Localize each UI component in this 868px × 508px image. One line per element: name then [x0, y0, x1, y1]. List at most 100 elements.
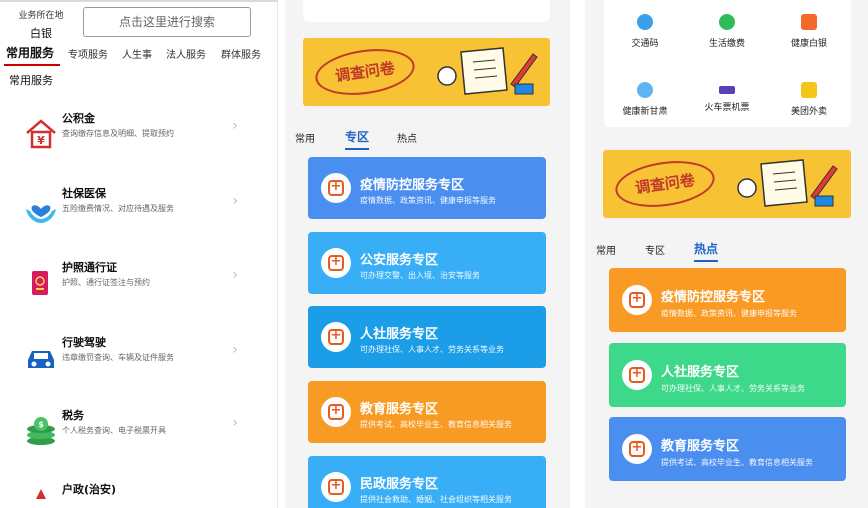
zone-plus-icon: [321, 397, 351, 427]
banner-text: 调查问卷: [612, 155, 718, 213]
police-icon: [36, 489, 46, 499]
list-item-housing-fund[interactable]: ¥ 公积金 查询缴存信息及明细、提取预约 ›: [0, 108, 277, 156]
location-label: 业务所在地: [18, 11, 64, 21]
chevron-right-icon: ›: [232, 342, 238, 358]
item-title: 税务: [62, 409, 84, 422]
chevron-right-icon: ›: [232, 267, 238, 283]
tab-life-events[interactable]: 人生事: [122, 46, 152, 61]
item-desc: 五险缴费情况、对应待遇及服务: [62, 204, 174, 213]
chevron-right-icon: ›: [232, 193, 238, 209]
tab-common-services[interactable]: 常用服务: [6, 44, 54, 61]
tab-hotspot[interactable]: 热点: [694, 240, 718, 257]
active-tab-underline: [345, 148, 369, 150]
service-health-baiyin[interactable]: 健康白银: [768, 14, 850, 49]
zone-card-civil-affairs[interactable]: 民政服务专区 提供社会救助、婚姻、社会组织等相关服务: [308, 456, 546, 508]
chevron-right-icon: ›: [232, 118, 238, 134]
service-label: 火车票机票: [704, 103, 750, 113]
top-divider: [0, 0, 277, 2]
survey-illustration-icon: [437, 47, 538, 95]
card-title: 疫情防控服务专区: [360, 178, 465, 193]
chevron-right-icon: ›: [232, 415, 238, 431]
zone-plus-icon: [622, 360, 652, 390]
service-label: 健康白银: [790, 39, 827, 49]
zones-panel: 调查问卷 常用 专区 热点 疫情防控服务专区 疫情数据、政策资讯、健康申报等服务…: [285, 0, 570, 508]
item-title: 护照通行证: [62, 261, 117, 274]
car-icon: [28, 351, 54, 368]
health-icon: [801, 14, 817, 30]
list-item-household[interactable]: 户政(治安): [0, 479, 277, 508]
train-plane-icon: [719, 86, 735, 94]
zone-card-epidemic[interactable]: 疫情防控服务专区 疫情数据、政策资讯、健康申报等服务: [609, 268, 846, 332]
service-health-gansu[interactable]: 健康新甘肃: [604, 82, 686, 117]
search-input[interactable]: 点击这里进行搜索: [83, 7, 251, 37]
zone-card-human-resources[interactable]: 人社服务专区 可办理社保、人事人才、劳务关系等业务: [609, 343, 846, 407]
tab-special-services[interactable]: 专项服务: [68, 46, 108, 61]
card-title: 教育服务专区: [360, 402, 439, 417]
survey-illustration-icon: [737, 159, 838, 207]
zone-card-education[interactable]: 教育服务专区 提供考试、高校毕业生、教育信息相关服务: [308, 381, 546, 443]
health-gansu-icon: [637, 82, 653, 98]
survey-banner[interactable]: 调查问卷: [603, 150, 851, 218]
card-title: 教育服务专区: [661, 439, 740, 454]
list-item-driving[interactable]: 行驶驾驶 违章缴罚查询、车辆及证件服务 ›: [0, 332, 277, 380]
card-desc: 可办理社保、人事人才、劳务关系等业务: [661, 384, 805, 393]
zone-plus-icon: [321, 322, 351, 352]
top-card-fragment: [303, 0, 550, 22]
card-desc: 可办理交警、出入境、治安等服务: [360, 271, 480, 280]
traffic-code-icon: [637, 14, 653, 30]
item-desc: 查询缴存信息及明细、提取预约: [62, 129, 174, 138]
list-item-social-insurance[interactable]: 社保医保 五险缴费情况、对应待遇及服务 ›: [0, 183, 277, 231]
item-desc: 护照、通行证签注与预约: [62, 278, 150, 287]
quick-services-card: 交通码 生活缴费 健康白银 健康新甘肃 火车票机票 美团外卖: [604, 0, 851, 127]
svg-text:¥: ¥: [37, 134, 45, 147]
tab-zones[interactable]: 专区: [645, 242, 665, 257]
tab-common[interactable]: 常用: [295, 130, 315, 145]
zone-card-human-resources[interactable]: 人社服务专区 可办理社保、人事人才、劳务关系等业务: [308, 306, 546, 368]
card-desc: 可办理社保、人事人才、劳务关系等业务: [360, 345, 504, 354]
location-value: 白银: [30, 27, 52, 40]
service-label: 生活缴费: [708, 39, 745, 49]
zone-card-public-security[interactable]: 公安服务专区 可办理交警、出入境、治安等服务: [308, 232, 546, 294]
zone-plus-icon: [622, 285, 652, 315]
tab-group-services[interactable]: 群体服务: [221, 46, 261, 61]
zone-card-education[interactable]: 教育服务专区 提供考试、高校毕业生、教育信息相关服务: [609, 417, 846, 481]
item-title: 行驶驾驶: [62, 336, 106, 349]
card-title: 人社服务专区: [661, 365, 740, 380]
service-label: 健康新甘肃: [622, 107, 668, 117]
active-tab-underline: [694, 260, 718, 262]
zone-tabs: 常用 专区 热点: [585, 240, 868, 262]
survey-banner[interactable]: 调查问卷: [303, 38, 550, 106]
service-label: 美团外卖: [790, 107, 827, 117]
tab-zones[interactable]: 专区: [345, 128, 369, 145]
service-label: 交通码: [631, 39, 659, 49]
card-title: 人社服务专区: [360, 327, 439, 342]
zone-card-epidemic[interactable]: 疫情防控服务专区 疫情数据、政策资讯、健康申报等服务: [308, 157, 546, 219]
tab-hotspot[interactable]: 热点: [397, 130, 417, 145]
coins-icon: $: [27, 417, 55, 445]
card-desc: 疫情数据、政策资讯、健康申报等服务: [661, 309, 797, 318]
zone-plus-icon: [321, 248, 351, 278]
passport-icon: [32, 271, 48, 295]
card-desc: 疫情数据、政策资讯、健康申报等服务: [360, 196, 496, 205]
hotspot-panel: 交通码 生活缴费 健康白银 健康新甘肃 火车票机票 美团外卖 调查问卷 常用 专…: [585, 0, 868, 508]
section-title: 常用服务: [9, 74, 53, 87]
item-title: 户政(治安): [62, 483, 117, 496]
item-desc: 个人税务查询、电子税票开具: [62, 426, 166, 435]
service-train-plane[interactable]: 火车票机票: [686, 82, 768, 113]
tab-common[interactable]: 常用: [596, 242, 616, 257]
card-title: 公安服务专区: [360, 253, 439, 268]
card-title: 疫情防控服务专区: [661, 290, 766, 305]
tab-legal-person-services[interactable]: 法人服务: [166, 46, 206, 61]
service-meituan[interactable]: 美团外卖: [768, 82, 850, 117]
zone-tabs: 常用 专区 热点: [285, 128, 570, 150]
location-selector[interactable]: 业务所在地 白银: [8, 8, 74, 41]
list-item-passport[interactable]: 护照通行证 护照、通行证签注与预约 ›: [0, 257, 277, 305]
service-traffic-code[interactable]: 交通码: [604, 14, 686, 49]
card-desc: 提供社会救助、婚姻、社会组织等相关服务: [360, 495, 512, 504]
banner-text: 调查问卷: [312, 43, 418, 101]
list-item-tax[interactable]: $ 税务 个人税务查询、电子税票开具 ›: [0, 405, 277, 453]
house-yen-icon: ¥: [26, 119, 56, 149]
service-utility-payment[interactable]: 生活缴费: [686, 14, 768, 49]
zone-plus-icon: [321, 173, 351, 203]
zone-plus-icon: [321, 472, 351, 502]
